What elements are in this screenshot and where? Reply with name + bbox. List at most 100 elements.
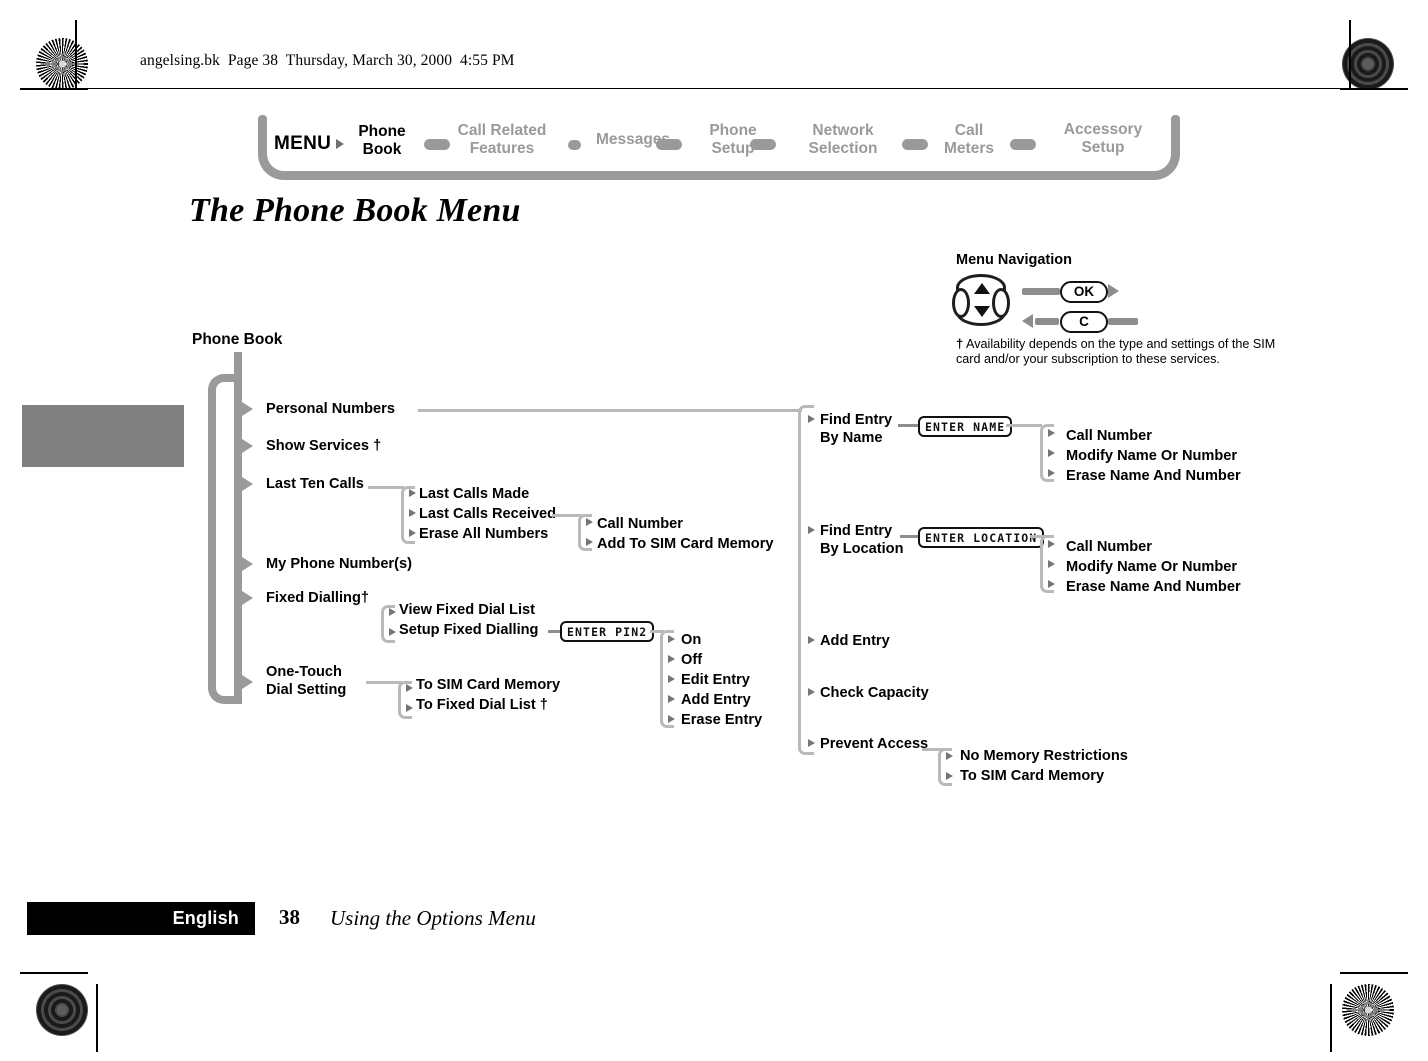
tick-prevent-access: [808, 739, 815, 747]
menubar-item-network-selection[interactable]: Network Selection: [788, 122, 898, 158]
registration-cross-top-right: [1292, 41, 1338, 87]
tree-node-prevent-access[interactable]: Prevent Access: [820, 735, 928, 754]
tick-erase-name-and-number-b: [1048, 469, 1055, 477]
tree-node-last-calls-made[interactable]: Last Calls Made: [419, 485, 529, 504]
language-badge: English: [27, 902, 255, 935]
tree-node-modify-name-or-number-c[interactable]: Modify Name Or Number: [1066, 558, 1237, 577]
lcd-enter-name: ENTER NAME: [918, 416, 1013, 437]
menubar-separator-6: [1010, 139, 1036, 150]
tick-last-calls-made: [409, 489, 416, 497]
ok-key-icon: OK: [1060, 281, 1108, 303]
tree-node-to-fixed-dial-list[interactable]: To Fixed Dial List †: [416, 696, 548, 715]
connector-find-entry-by-name: [898, 424, 920, 427]
menubar-separator-3: [656, 139, 682, 150]
tree-node-erase-all-numbers[interactable]: Erase All Numbers: [419, 525, 548, 544]
tree-node-to-sim-card-memory-a[interactable]: To SIM Card Memory: [416, 676, 560, 695]
tree-tick-last-ten-calls: [242, 477, 253, 491]
tree-node-erase-name-and-number-b[interactable]: Erase Name And Number: [1066, 467, 1241, 486]
tick-on: [668, 635, 675, 643]
tree-node-add-entry[interactable]: Add Entry: [820, 632, 890, 651]
tree-node-modify-name-or-number-b[interactable]: Modify Name Or Number: [1066, 447, 1237, 466]
tree-node-call-number-a[interactable]: Call Number: [597, 515, 683, 534]
tree-node-personal-numbers[interactable]: Personal Numbers: [266, 400, 395, 419]
menubar-item-call-meters[interactable]: Call Meters: [930, 122, 1008, 158]
tree-tick-show-services: [242, 439, 253, 453]
connector-last-calls-received: [552, 514, 582, 517]
tree-node-view-fixed-dial-list[interactable]: View Fixed Dial List: [399, 601, 535, 620]
tree-node-last-ten-calls[interactable]: Last Ten Calls: [266, 475, 364, 494]
registration-burst-top-left: [36, 38, 88, 90]
tick-add-entry: [808, 636, 815, 644]
trim-mark-br-h: [1340, 972, 1408, 974]
nav-up-arrow-icon: [974, 283, 990, 294]
menubar-separator-5: [902, 139, 928, 150]
connector-enter-name-children: [1006, 424, 1042, 427]
connector-setup-fixed-dialling: [548, 630, 560, 633]
tree-node-find-entry-by-name[interactable]: Find Entry By Name: [820, 411, 892, 447]
tree-tick-one-touch: [242, 675, 253, 689]
tick-modify-name-or-number-b: [1048, 449, 1055, 457]
tree-main-spine: [208, 374, 242, 704]
tree-node-fixed-dialling[interactable]: Fixed Dialling†: [266, 589, 369, 608]
tree-node-no-memory-restrictions[interactable]: No Memory Restrictions: [960, 747, 1128, 766]
tick-last-calls-received: [409, 509, 416, 517]
registration-burst-bottom-left: [36, 984, 88, 1036]
tick-erase-name-and-number-c: [1048, 580, 1055, 588]
tree-node-off[interactable]: Off: [681, 651, 702, 670]
tree-node-to-sim-card-memory-b[interactable]: To SIM Card Memory: [960, 767, 1104, 786]
tree-node-edit-entry[interactable]: Edit Entry: [681, 671, 750, 690]
legend-line-c-right: [1108, 318, 1138, 325]
tree-node-show-services[interactable]: Show Services †: [266, 437, 381, 456]
tick-to-fixed-dial-list: [406, 704, 413, 712]
tick-check-capacity: [808, 688, 815, 696]
registration-cross-right-mid-upper: [1342, 103, 1388, 149]
menubar-item-call-related-features[interactable]: Call Related Features: [442, 122, 562, 158]
tree-node-on[interactable]: On: [681, 631, 701, 650]
tree-node-setup-fixed-dialling[interactable]: Setup Fixed Dialling: [399, 621, 538, 640]
tick-add-to-sim-card-memory: [586, 538, 593, 546]
registration-cross-left-middle: [36, 508, 82, 554]
tree-node-last-calls-received[interactable]: Last Calls Received: [419, 505, 556, 524]
trim-rule-top: [75, 88, 1350, 90]
navigation-key-icon: [952, 274, 1010, 326]
registration-burst-bottom-right: [1342, 984, 1394, 1036]
tick-to-sim-card-memory-a: [406, 684, 413, 692]
nav-down-arrow-icon: [974, 306, 990, 317]
tree-node-my-phone-numbers[interactable]: My Phone Number(s): [266, 555, 412, 574]
legend-line-c-left: [1035, 318, 1059, 325]
tree-node-find-entry-by-location[interactable]: Find Entry By Location: [820, 522, 904, 558]
legend-title: Menu Navigation: [956, 252, 1073, 268]
tree-node-add-entry-pin2[interactable]: Add Entry: [681, 691, 751, 710]
registration-cross-left-mid-upper: [36, 103, 82, 149]
tree-node-one-touch-dial-setting[interactable]: One-Touch Dial Setting: [266, 663, 346, 699]
footnote-dagger-icon: †: [956, 336, 964, 351]
registration-cross-top-left: [96, 41, 142, 87]
tree-root-label: Phone Book: [192, 331, 283, 348]
menubar-separator-4: [750, 139, 776, 150]
tick-call-number-a: [586, 518, 593, 526]
tick-erase-all-numbers: [409, 529, 416, 537]
menubar-item-phone-book[interactable]: Phone Book: [348, 123, 416, 159]
tree-node-add-to-sim-card-memory[interactable]: Add To SIM Card Memory: [597, 535, 774, 554]
tick-no-memory-restrictions: [946, 752, 953, 760]
connector-last-ten-calls: [368, 486, 404, 489]
tree-tick-fixed-dialling: [242, 591, 253, 605]
page-number: 38: [279, 905, 300, 929]
menubar-item-accessory-setup[interactable]: Accessory Setup: [1048, 121, 1158, 157]
tree-node-call-number-b[interactable]: Call Number: [1066, 427, 1152, 446]
tick-edit-entry: [668, 675, 675, 683]
tree-node-erase-entry[interactable]: Erase Entry: [681, 711, 762, 730]
registration-cross-bottom-left: [96, 1002, 142, 1048]
tree-node-erase-name-and-number-c[interactable]: Erase Name And Number: [1066, 578, 1241, 597]
tick-find-entry-by-name: [808, 415, 815, 423]
tree-tick-my-phone-numbers: [242, 557, 253, 571]
tick-find-entry-by-location: [808, 526, 815, 534]
section-tab-block: [22, 405, 184, 467]
tick-call-number-b: [1048, 429, 1055, 437]
menu-navigation-bar: MENU Phone Book Call Related Features Me…: [258, 112, 1180, 180]
legend-arrow-right-icon: [1108, 284, 1119, 298]
tree-node-call-number-c[interactable]: Call Number: [1066, 538, 1152, 557]
menubar-separator-2: [568, 140, 581, 150]
tree-node-check-capacity[interactable]: Check Capacity: [820, 684, 929, 703]
legend-arrow-left-icon: [1022, 314, 1033, 328]
